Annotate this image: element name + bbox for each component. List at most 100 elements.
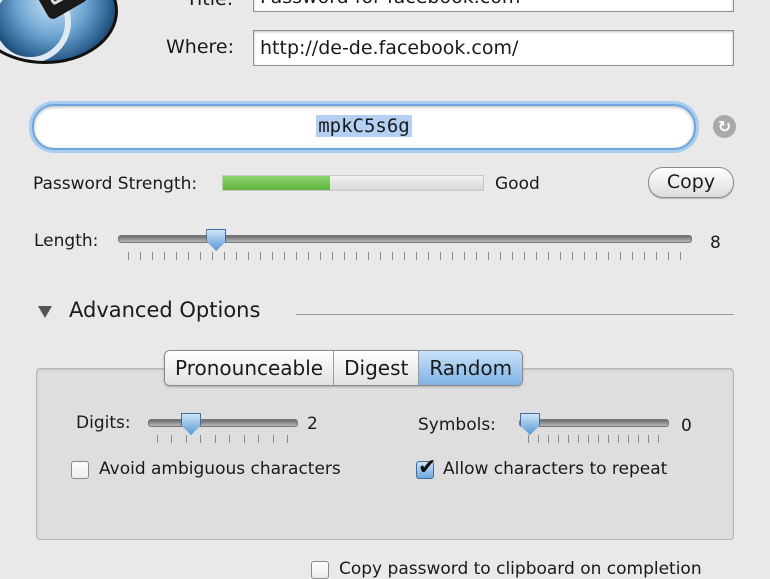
slider-tick: [140, 252, 141, 260]
slider-tick: [512, 252, 513, 260]
slider-tick: [638, 435, 639, 443]
slider-tick: [632, 252, 633, 260]
slider-tick: [224, 252, 225, 260]
tab-pronounceable[interactable]: Pronounceable: [165, 351, 335, 385]
slider-tick: [598, 435, 599, 443]
slider-tick: [164, 252, 165, 260]
slider-tick: [392, 252, 393, 260]
slider-tick: [560, 252, 561, 260]
slider-tick: [452, 252, 453, 260]
slider-tick: [128, 252, 129, 260]
slider-tick: [332, 252, 333, 260]
title-field[interactable]: Password for facebook.com: [253, 0, 734, 12]
digits-slider-track[interactable]: [148, 419, 298, 427]
avoid-ambiguous-label[interactable]: Avoid ambiguous characters: [99, 459, 341, 479]
slider-tick: [356, 252, 357, 260]
slider-tick: [620, 252, 621, 260]
symbols-slider-track[interactable]: [519, 419, 669, 427]
advanced-divider: [296, 314, 734, 315]
slider-tick: [584, 252, 585, 260]
slider-tick: [428, 252, 429, 260]
where-field-value: http://de-de.facebook.com/: [260, 37, 519, 59]
advanced-options-panel: [36, 368, 734, 540]
copy-clipboard-label[interactable]: Copy password to clipboard on completion: [339, 559, 702, 579]
slider-tick: [157, 435, 158, 443]
slider-tick: [588, 435, 589, 443]
password-field[interactable]: mpkC5s6g: [32, 104, 696, 150]
slider-tick: [608, 252, 609, 260]
slider-tick: [368, 252, 369, 260]
refresh-icon[interactable]: ↻: [713, 115, 736, 138]
slider-tick: [596, 252, 597, 260]
allow-repeat-checkbox[interactable]: [416, 455, 436, 480]
slider-tick: [272, 435, 274, 443]
slider-tick: [152, 252, 153, 260]
slider-tick: [572, 252, 573, 260]
password-value: mpkC5s6g: [316, 115, 412, 137]
slider-tick: [568, 435, 569, 443]
disclosure-triangle-icon[interactable]: [38, 306, 52, 318]
slider-tick: [296, 252, 297, 260]
digits-label: Digits:: [76, 413, 131, 433]
slider-tick: [344, 252, 345, 260]
slider-tick: [248, 252, 249, 260]
slider-tick: [236, 252, 237, 260]
slider-tick: [284, 252, 285, 260]
length-value: 8: [710, 233, 721, 253]
length-slider-ticks: [128, 252, 681, 260]
slider-tick: [536, 252, 537, 260]
copy-clipboard-checkbox[interactable]: [311, 561, 329, 579]
slider-tick: [644, 252, 645, 260]
slider-tick: [200, 435, 202, 443]
slider-tick: [320, 252, 321, 260]
slider-tick: [258, 435, 260, 443]
length-slider-knob[interactable]: [206, 229, 227, 251]
slider-tick: [416, 252, 417, 260]
symbols-label: Symbols:: [418, 415, 496, 435]
strength-meter: [222, 175, 484, 191]
slider-tick: [548, 435, 549, 443]
slider-tick: [548, 252, 549, 260]
slider-tick: [176, 252, 177, 260]
slider-tick: [243, 435, 245, 443]
slider-tick: [185, 435, 187, 443]
slider-tick: [188, 252, 189, 260]
slider-tick: [558, 435, 559, 443]
slider-tick: [656, 252, 657, 260]
slider-tick: [380, 252, 381, 260]
slider-tick: [229, 435, 231, 443]
symbols-value: 0: [681, 416, 692, 436]
slider-tick: [538, 435, 539, 443]
length-label: Length:: [34, 231, 99, 251]
allow-repeat-label[interactable]: Allow characters to repeat: [443, 459, 667, 479]
slider-tick: [440, 252, 441, 260]
slider-tick: [578, 435, 579, 443]
slider-tick: [200, 252, 201, 260]
slider-tick: [668, 252, 669, 260]
digits-value: 2: [307, 414, 318, 434]
slider-tick: [528, 435, 529, 443]
tab-random[interactable]: Random: [419, 351, 523, 385]
tab-digest[interactable]: Digest: [334, 351, 420, 385]
length-slider-track[interactable]: [118, 235, 692, 243]
copy-button[interactable]: Copy: [648, 167, 734, 198]
slider-tick: [608, 435, 609, 443]
slider-tick: [464, 252, 465, 260]
slider-tick: [272, 252, 273, 260]
generator-type-segmented[interactable]: Pronounceable Digest Random: [164, 350, 524, 386]
slider-tick: [308, 252, 309, 260]
slider-tick: [680, 252, 681, 260]
avoid-ambiguous-checkbox[interactable]: [71, 461, 89, 479]
slider-tick: [476, 252, 477, 260]
slider-tick: [648, 435, 649, 443]
where-field[interactable]: http://de-de.facebook.com/: [253, 30, 734, 66]
slider-tick: [171, 435, 173, 443]
where-label: Where:: [166, 36, 235, 58]
digits-slider-ticks: [157, 435, 288, 443]
slider-tick: [658, 435, 659, 443]
advanced-options-heading[interactable]: Advanced Options: [69, 298, 260, 322]
keychain-logo-icon: [0, 0, 118, 64]
symbols-slider-ticks: [528, 435, 659, 443]
slider-tick: [618, 435, 619, 443]
slider-tick: [628, 435, 629, 443]
